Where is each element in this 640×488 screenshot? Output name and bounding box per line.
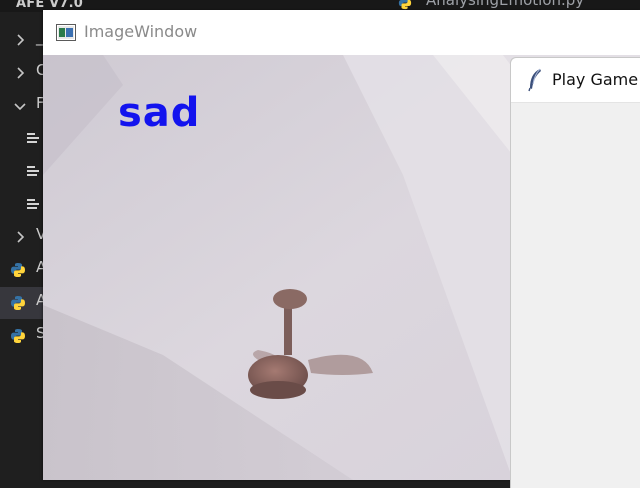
emotion-label: sad [118,90,201,136]
tree-python-row[interactable]: S [0,320,46,352]
editor-tab[interactable]: AnalysingEmotion.py [370,0,640,10]
chevron-down-icon [14,103,26,111]
image-window-title: ImageWindow [84,22,198,41]
image-window-app-icon [56,24,76,41]
tree-file-row[interactable] [0,122,44,154]
text-file-icon [27,133,39,143]
python-file-icon [11,263,25,277]
text-file-icon [27,199,39,209]
tree-file-row[interactable] [0,188,44,220]
tree-folder-row[interactable]: V [0,221,46,253]
tree-folder-row[interactable]: F [0,90,45,122]
play-game-window[interactable]: Play Game [510,57,640,488]
chevron-right-icon [17,231,25,243]
feather-icon [528,68,541,92]
explorer-sidebar: _ C F V A A S [0,12,46,480]
python-file-icon [398,0,412,10]
image-window-titlebar[interactable]: ImageWindow [43,10,640,55]
play-game-body [511,103,640,488]
chevron-right-icon [17,67,25,79]
python-file-icon [11,296,25,310]
play-game-title: Play Game [552,70,639,89]
chevron-right-icon [17,34,25,46]
tree-folder-row[interactable]: C [0,57,46,89]
tree-folder-row[interactable]: _ [0,24,44,56]
python-file-icon [11,329,25,343]
text-file-icon [27,166,39,176]
editor-tab-label: AnalysingEmotion.py [426,0,585,9]
tree-python-row-selected[interactable]: A [0,287,46,319]
play-game-titlebar[interactable]: Play Game [511,58,640,103]
tree-python-row[interactable]: A [0,254,46,286]
tree-file-row[interactable] [0,155,44,187]
